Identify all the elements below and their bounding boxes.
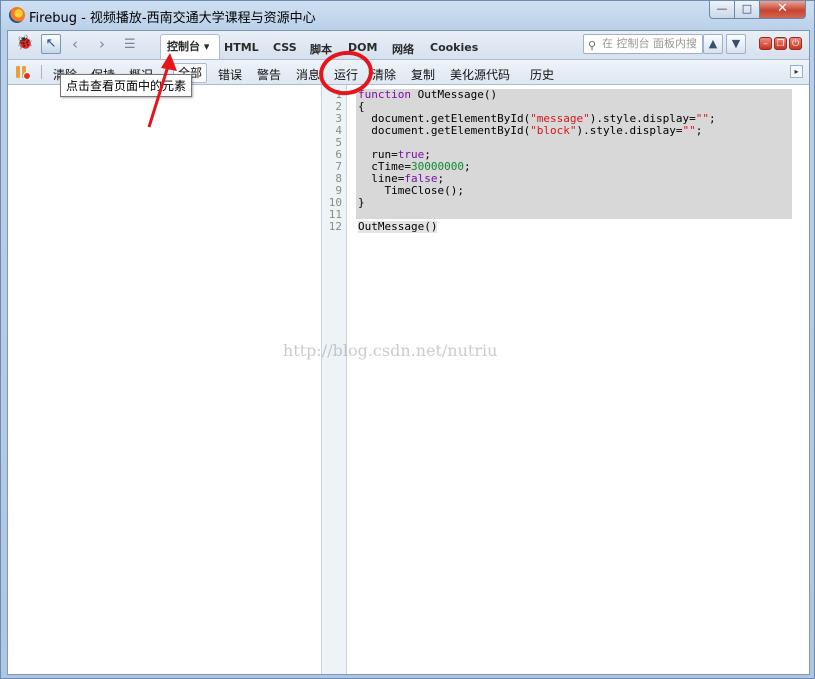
- toolbar-separator: [41, 65, 42, 79]
- tab-html[interactable]: HTML: [224, 41, 259, 54]
- search-icon: ⚲: [588, 39, 597, 52]
- firebug-minimize-button[interactable]: –: [759, 37, 772, 50]
- firebug-detach-button[interactable]: ❐: [774, 37, 787, 50]
- tab-cookies[interactable]: Cookies: [430, 41, 478, 54]
- copy-button[interactable]: 复制: [411, 66, 435, 83]
- filter-info-button[interactable]: 消息: [296, 66, 320, 83]
- history-button[interactable]: 历史: [530, 66, 554, 83]
- pretty-print-button[interactable]: 美化源代码: [450, 66, 510, 83]
- inspect-element-button[interactable]: ↖: [41, 34, 61, 54]
- firebug-window: Firebug - 视频播放-西南交通大学课程与资源中心 — □ ✕ 🐞 ↖ ‹…: [0, 0, 815, 679]
- window-title: Firebug - 视频播放-西南交通大学课程与资源中心: [29, 11, 316, 26]
- code-text: OutMessage(): [410, 88, 498, 101]
- code-text: ;: [709, 112, 716, 125]
- firebug-close-button[interactable]: ⏻: [789, 37, 802, 50]
- annotation-arrow-icon: [147, 53, 177, 128]
- forward-icon[interactable]: ›: [99, 37, 105, 52]
- filter-warnings-button[interactable]: 警告: [257, 66, 281, 83]
- filter-errors-button[interactable]: 错误: [218, 66, 242, 83]
- code-text: ).style.display=: [576, 124, 683, 137]
- list-icon[interactable]: ☰: [124, 38, 136, 51]
- line-number-gutter: 1 2 3 4 5 6 7 8 9 10 11 12: [321, 85, 347, 674]
- firefox-icon: [9, 7, 25, 23]
- title-bar[interactable]: Firebug - 视频播放-西南交通大学课程与资源中心 — □ ✕: [1, 1, 814, 29]
- code-line-12: OutMessage(): [358, 220, 438, 233]
- tab-script[interactable]: 脚本: [310, 41, 332, 57]
- main-toolbar: 🐞 ↖ ‹ › ☰ 控制台 ▾ HTML CSS 脚本 DOM 网络 Cooki…: [8, 31, 809, 60]
- watermark: http://blog.csdn.net/nutriu: [283, 341, 498, 360]
- search-prev-button[interactable]: ▲: [703, 34, 723, 54]
- scroll-right-button[interactable]: ▸: [790, 65, 803, 78]
- search-input[interactable]: ⚲ 在 控制台 面板内搜: [583, 34, 703, 54]
- code-line-10: }: [358, 196, 365, 209]
- code-text: document.getElementById(: [358, 124, 531, 137]
- maximize-button[interactable]: □: [734, 1, 760, 19]
- console-log-pane[interactable]: [8, 85, 321, 674]
- firebug-menu-icon[interactable]: 🐞: [16, 36, 33, 50]
- error-badge: [23, 72, 31, 80]
- minimize-button[interactable]: —: [709, 1, 735, 19]
- code-line-4: document.getElementById("block").style.d…: [358, 125, 702, 137]
- back-icon[interactable]: ‹: [72, 37, 78, 52]
- pointer-icon: ↖: [45, 36, 57, 51]
- code-text: ;: [463, 160, 471, 173]
- command-editor[interactable]: function OutMessage() { document.getElem…: [348, 85, 809, 674]
- search-next-button[interactable]: ▼: [726, 34, 746, 54]
- line-number: 12: [328, 220, 342, 233]
- pause-icon[interactable]: [16, 66, 31, 80]
- code-string: "block": [530, 124, 577, 137]
- code-text: ;: [695, 124, 703, 137]
- code-line-9: TimeClose();: [358, 184, 464, 197]
- code-line-1: function OutMessage(): [358, 89, 497, 101]
- search-placeholder: 在 控制台 面板内搜: [602, 37, 697, 50]
- tab-css[interactable]: CSS: [273, 41, 297, 54]
- clear-editor-button[interactable]: 清除: [372, 66, 396, 83]
- code-keyword: function: [358, 88, 411, 101]
- close-button[interactable]: ✕: [759, 1, 806, 19]
- tab-net[interactable]: 网络: [392, 41, 414, 57]
- code-string: "": [682, 124, 696, 137]
